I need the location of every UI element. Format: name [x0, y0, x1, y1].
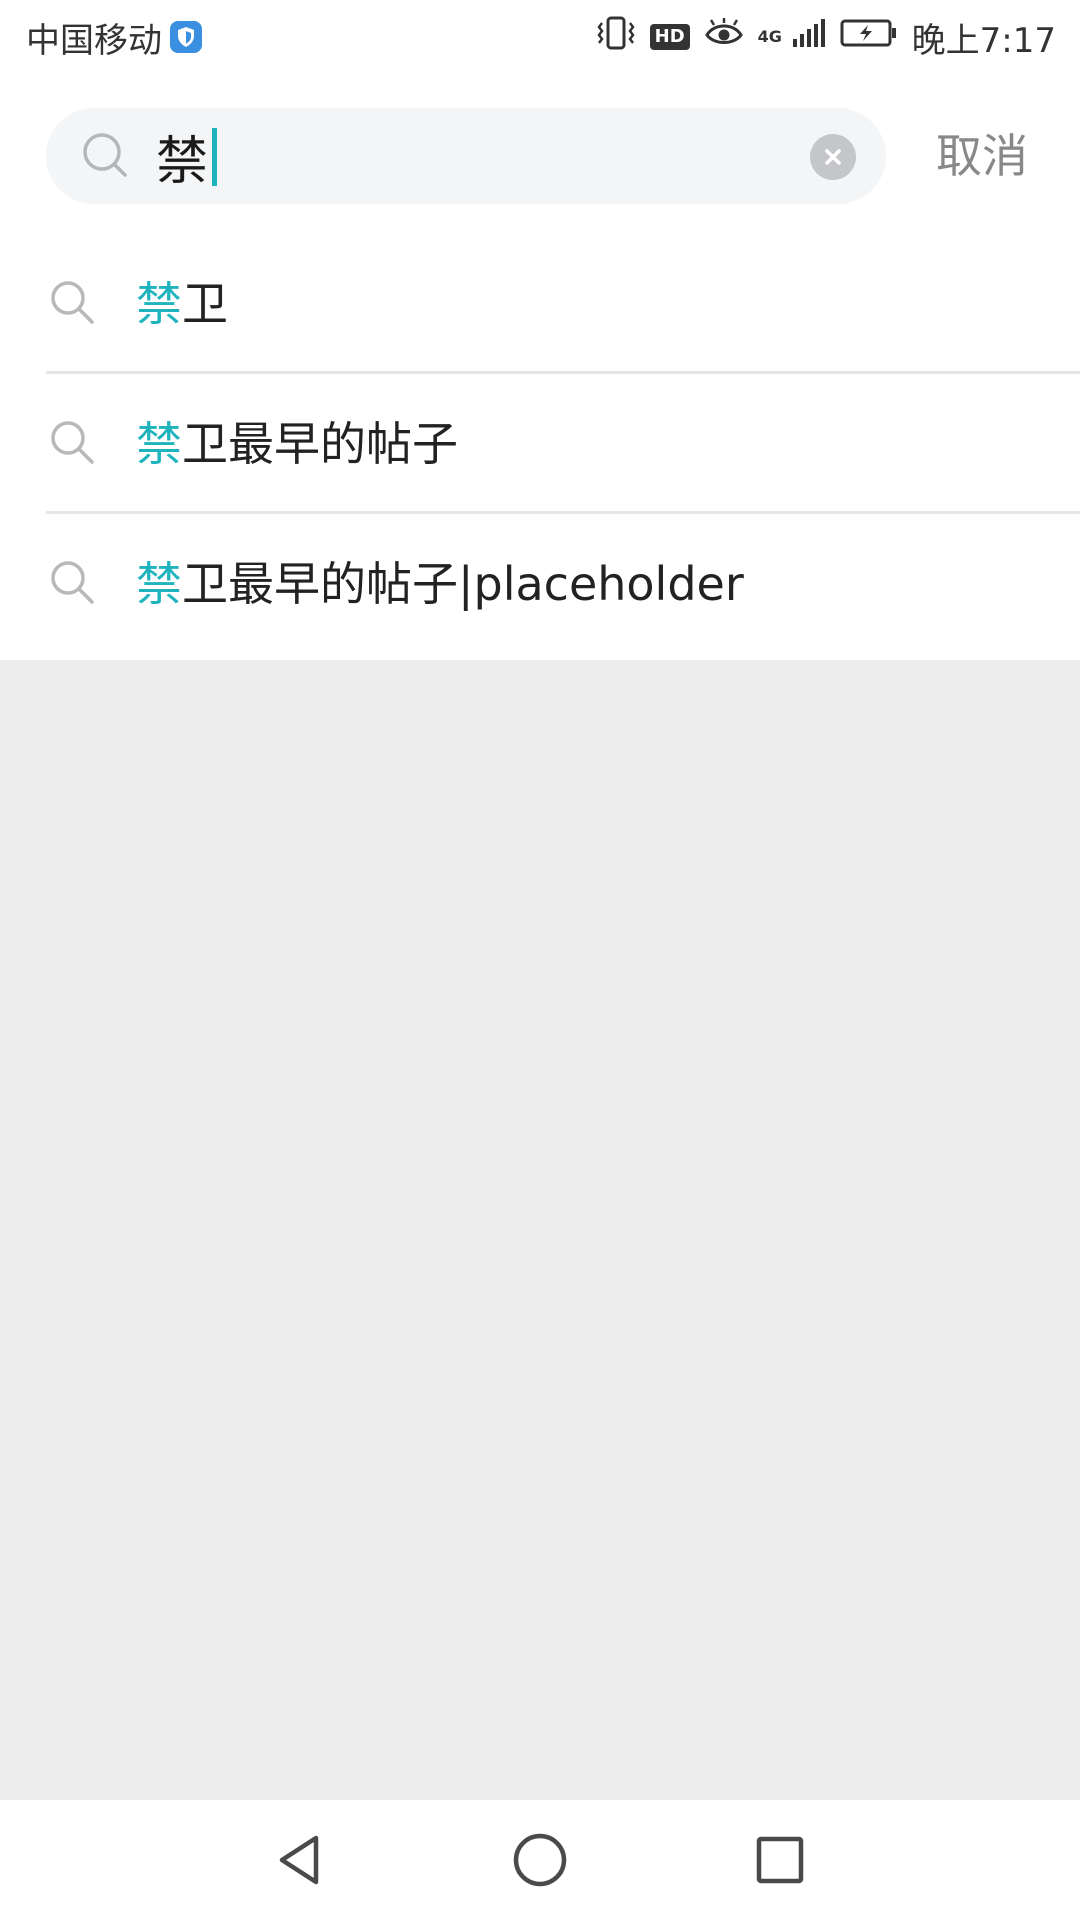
home-icon[interactable] — [510, 1830, 570, 1890]
status-bar: 中国移动 HD 4G 晚上7:17 — [0, 0, 1080, 74]
search-icon — [48, 418, 98, 468]
hd-badge: HD — [649, 24, 690, 50]
vibrate-icon — [596, 15, 636, 60]
suggestion-item[interactable]: 禁卫最早的帖子 — [0, 374, 1080, 514]
navigation-bar — [0, 1800, 1080, 1920]
suggestion-rest: 卫 — [182, 277, 228, 331]
empty-results-area — [0, 660, 1080, 1800]
match-highlight: 禁 — [136, 277, 182, 331]
suggestion-text: 禁卫最早的帖子|placeholder — [136, 554, 744, 614]
match-highlight: 禁 — [136, 417, 182, 471]
suggestion-text: 禁卫 — [136, 274, 228, 334]
status-icons: HD 4G 晚上7:17 — [596, 14, 1056, 61]
shield-icon — [170, 21, 202, 53]
carrier-group: 中国移动 — [26, 14, 202, 61]
cancel-button[interactable]: 取消 — [936, 124, 1028, 188]
search-header: 取消 — [0, 74, 1080, 234]
suggestion-list: 禁卫 禁卫最早的帖子 禁卫最早的帖子|placeholder — [0, 234, 1080, 660]
back-icon[interactable] — [270, 1830, 330, 1890]
search-input[interactable] — [156, 120, 836, 192]
suggestion-rest: 卫最早的帖子 — [182, 417, 458, 471]
battery-charging-icon — [840, 17, 898, 57]
suggestion-item[interactable]: 禁卫 — [0, 234, 1080, 374]
carrier-name: 中国移动 — [26, 20, 162, 61]
match-highlight: 禁 — [136, 557, 182, 611]
search-bar[interactable] — [46, 108, 886, 204]
eye-icon — [704, 17, 744, 58]
search-icon — [82, 132, 130, 180]
suggestion-rest: 卫最早的帖子|placeholder — [182, 557, 744, 611]
search-icon — [48, 558, 98, 608]
search-icon — [48, 278, 98, 328]
network-type: 4G — [757, 27, 782, 46]
signal-icon — [792, 17, 826, 58]
recents-icon[interactable] — [750, 1830, 810, 1890]
suggestion-item[interactable]: 禁卫最早的帖子|placeholder — [0, 514, 1080, 654]
suggestion-text: 禁卫最早的帖子 — [136, 414, 458, 474]
clock: 晚上7:17 — [911, 20, 1056, 61]
text-cursor — [212, 128, 217, 186]
clear-icon[interactable] — [810, 134, 856, 180]
